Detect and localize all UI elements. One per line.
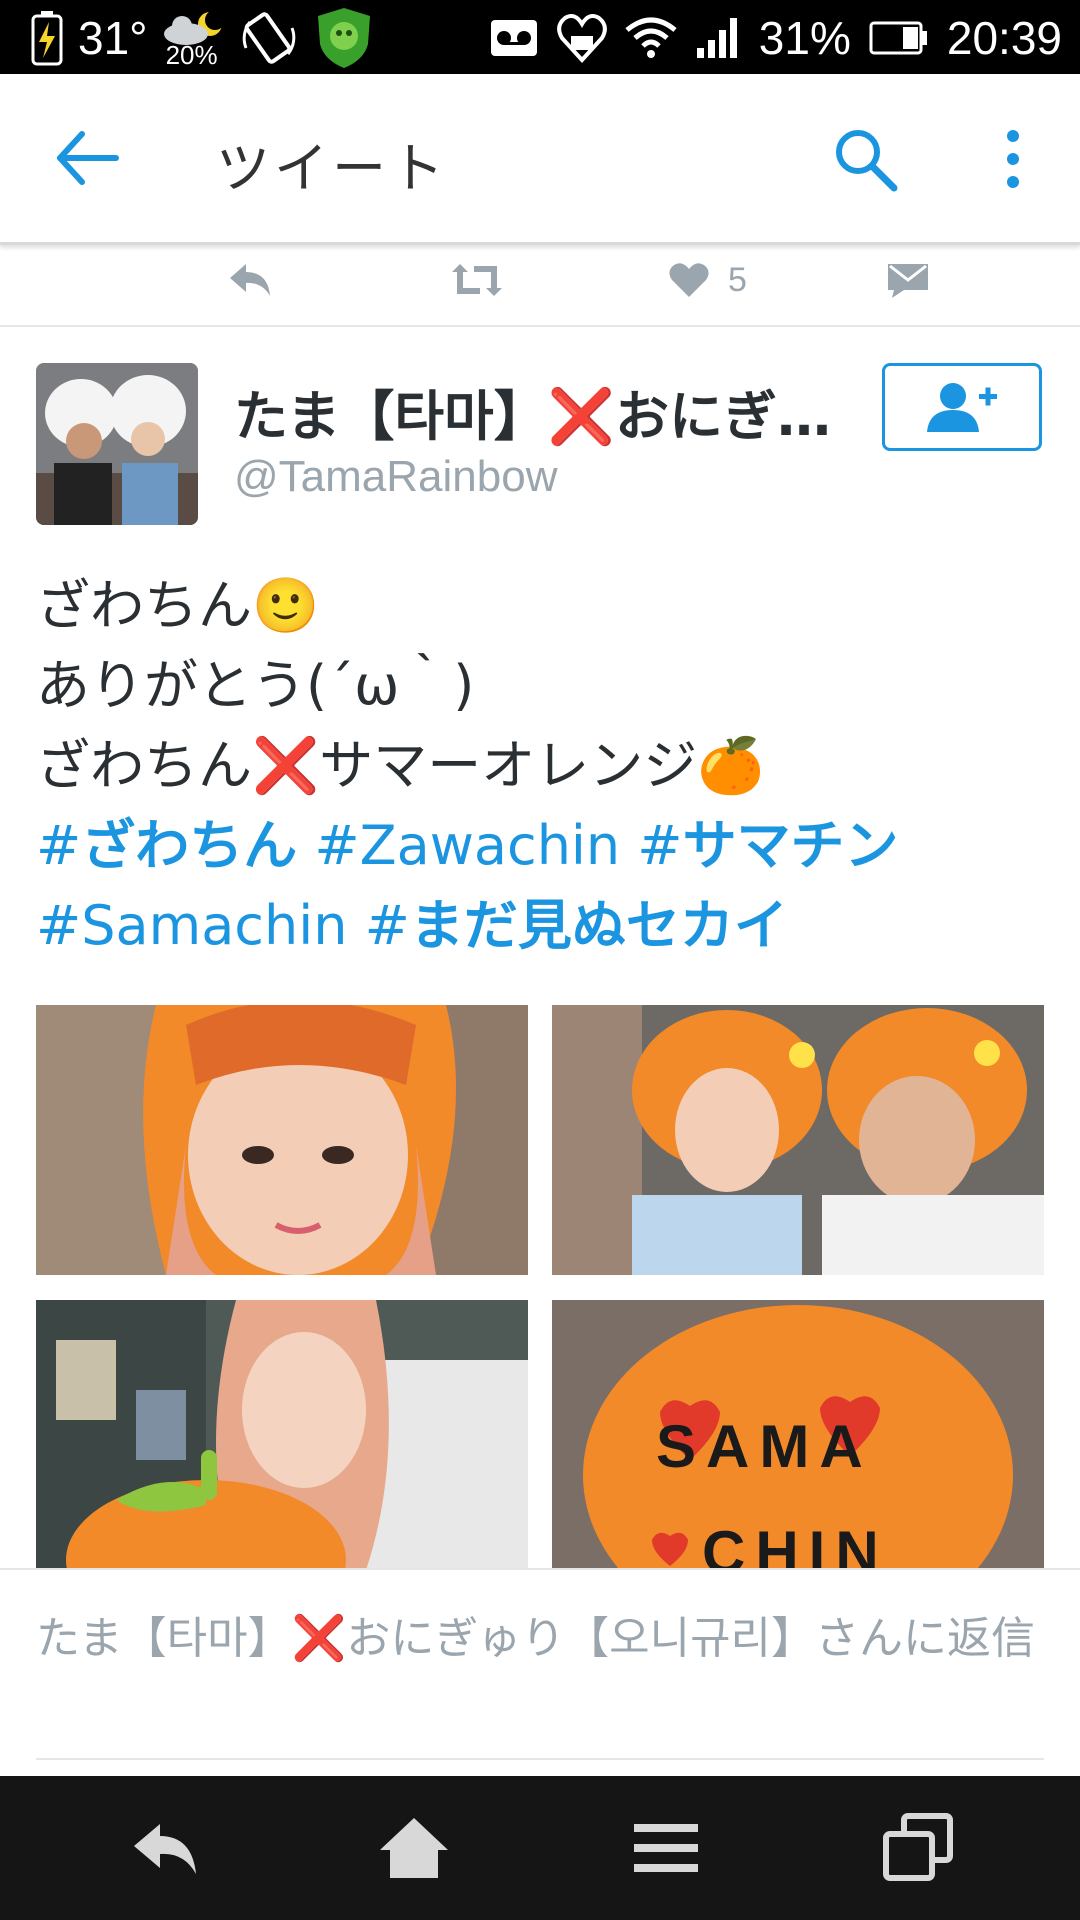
battery-percent: 31%	[758, 12, 851, 64]
photo-2-image	[552, 1005, 1044, 1275]
reply-icon	[230, 264, 270, 296]
photo-1-image	[36, 1005, 528, 1275]
message-icon	[888, 264, 928, 298]
signal-icon	[696, 18, 737, 58]
temperature: 31°	[78, 12, 148, 64]
nav-home-icon[interactable]	[374, 1812, 454, 1884]
page-title: ツイート	[216, 139, 448, 199]
voicemail-icon	[490, 20, 537, 56]
heart-icon	[669, 263, 709, 297]
more-options-icon[interactable]	[1000, 126, 1026, 192]
system-nav-bar	[0, 1776, 1080, 1920]
tweet-action-bar: 5	[0, 245, 1080, 327]
app-bar: ツイート	[0, 74, 1080, 245]
display-name[interactable]: たま【타마】❌おにぎ…	[234, 372, 831, 451]
status-bar: 31° 20% 31% 20:39	[0, 0, 1080, 74]
hashtag-line: #Samachin #まだ見ぬセカイ	[36, 886, 1046, 966]
battery-icon	[869, 21, 927, 55]
battery-charging-icon	[31, 11, 63, 66]
reply-underline	[36, 1758, 1044, 1760]
user-handle[interactable]: @TamaRainbow	[234, 452, 557, 502]
tweet-line: ありがとう(´ω｀)	[36, 654, 475, 717]
tweet-line: ざわちん❌サマーオレンジ🍊	[36, 734, 765, 797]
retweet-icon	[452, 264, 502, 296]
photo-4[interactable]: SAMA CHIN	[552, 1300, 1044, 1570]
clock: 20:39	[946, 12, 1062, 64]
photo-3[interactable]	[36, 1300, 528, 1570]
follow-user-icon	[927, 383, 997, 432]
follow-button[interactable]	[882, 363, 1042, 451]
hashtag-mark[interactable]: #	[36, 814, 81, 877]
photo-3-image	[36, 1300, 528, 1570]
photo-2[interactable]	[552, 1005, 1044, 1275]
avatar[interactable]	[36, 363, 198, 525]
hashtag-line: #ざわちん #Zawachin #サマチン	[36, 806, 1046, 886]
retweet-button[interactable]	[448, 253, 506, 307]
nav-back-icon[interactable]	[124, 1812, 204, 1884]
nav-menu-icon[interactable]	[626, 1812, 706, 1884]
reply-button[interactable]	[226, 253, 274, 307]
tweet-text: ざわちん🙂 ありがとう(´ω｀) ざわちん❌サマーオレンジ🍊 #ざわちん #Za…	[36, 566, 1046, 966]
security-shield-icon	[317, 8, 370, 68]
screen-rotation-icon	[242, 12, 295, 64]
weather-icon: 20%	[162, 8, 226, 70]
photo-4-chin-text: CHIN	[702, 1519, 889, 1570]
precip-chance: 20%	[165, 40, 218, 70]
reply-placeholder[interactable]: たま【타마】❌おにぎゅり【오니규리】さんに返信	[36, 1608, 1046, 1670]
direct-message-button[interactable]	[886, 253, 930, 307]
hashtag-samachin[interactable]: #Samachin #	[36, 894, 410, 957]
hashtag-zawachin[interactable]: #Zawachin #	[297, 814, 682, 877]
search-icon[interactable]	[832, 126, 898, 192]
like-count: 5	[728, 260, 747, 299]
like-button[interactable]: 5	[668, 253, 747, 307]
photo-4-sama-text: SAMA	[656, 1413, 873, 1480]
health-heart-icon	[556, 14, 607, 63]
back-arrow-icon[interactable]	[52, 126, 122, 190]
wifi-icon	[625, 17, 677, 58]
status-left: 31° 20%	[30, 8, 374, 70]
photo-1[interactable]	[36, 1005, 528, 1275]
nav-recents-icon[interactable]	[878, 1812, 958, 1884]
tweet-line: ざわちん🙂	[36, 574, 320, 637]
hashtag-madaminusekai[interactable]: まだ見ぬセカイ	[410, 894, 788, 957]
hashtag-zawachin-ja[interactable]: ざわちん	[81, 814, 297, 877]
reply-composer[interactable]: たま【타마】❌おにぎゅり【오니규리】さんに返信	[0, 1568, 1080, 1778]
hashtag-samachin-ja[interactable]: サマチン	[683, 814, 899, 877]
avatar-photo	[36, 363, 198, 525]
status-right: 31% 20:39	[489, 8, 1062, 68]
